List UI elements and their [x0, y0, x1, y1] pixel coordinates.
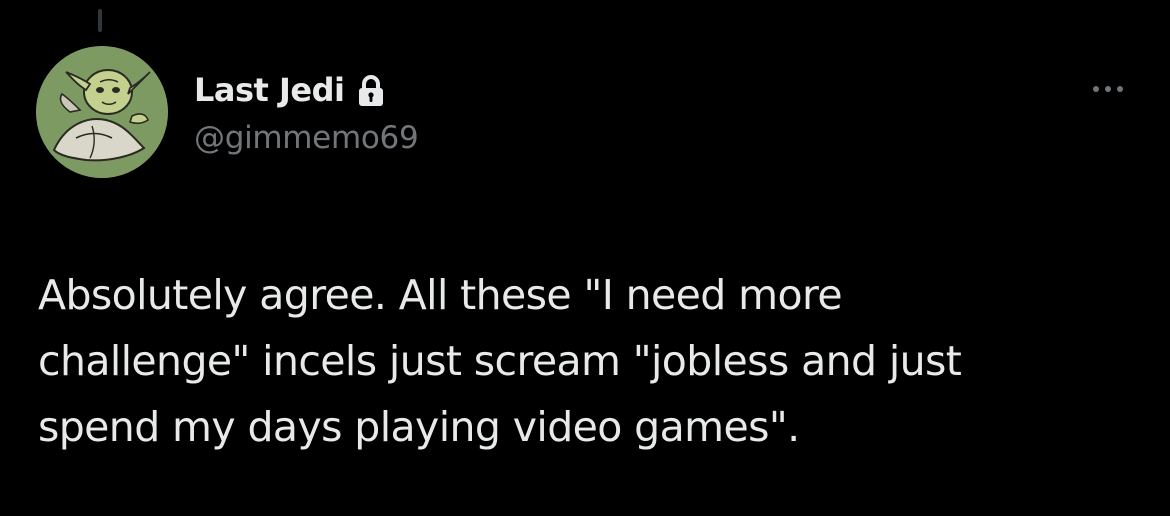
more-horizontal-icon [1093, 86, 1123, 92]
tweet-text-line: challenge" incels just scream "jobless a… [38, 337, 962, 385]
author-name-row[interactable]: Last Jedi [194, 66, 386, 114]
avatar[interactable] [36, 46, 168, 178]
tweet-text-line: spend my days playing video games". [38, 403, 800, 451]
tweet-text: Absolutely agree. All these "I need more… [38, 262, 1138, 460]
display-name[interactable]: Last Jedi [194, 71, 345, 109]
user-handle[interactable]: @gimmemo69 [194, 120, 419, 156]
yoda-avatar-image [36, 46, 168, 178]
lock-icon [356, 74, 386, 108]
more-options-button[interactable] [1078, 70, 1138, 108]
tweet-text-line: Absolutely agree. All these "I need more [38, 271, 843, 319]
thread-connector-line [98, 9, 102, 32]
